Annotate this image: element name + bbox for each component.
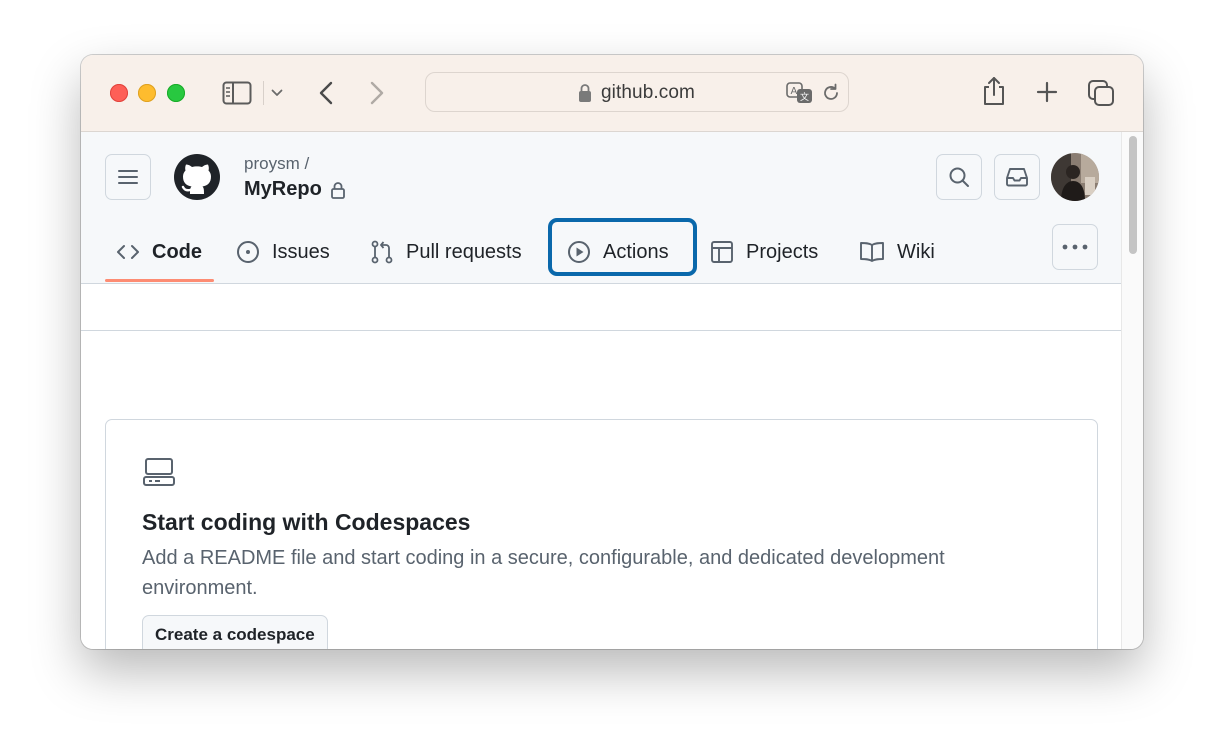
tab-projects[interactable]: Projects bbox=[710, 224, 818, 280]
tab-pull-requests-label: Pull requests bbox=[406, 240, 522, 263]
sidebar-toggle-icon[interactable] bbox=[221, 80, 253, 106]
repo-owner-link[interactable]: proysm / bbox=[244, 154, 309, 174]
menu-button[interactable] bbox=[105, 154, 151, 200]
address-bar[interactable]: github.com A文 bbox=[425, 72, 849, 112]
tab-pull-requests[interactable]: Pull requests bbox=[370, 224, 522, 280]
actions-tab-highlight bbox=[548, 218, 697, 276]
tab-code[interactable]: Code bbox=[116, 224, 202, 280]
new-tab-icon[interactable] bbox=[1035, 80, 1059, 104]
repo-header: proysm / MyRepo Code Issues Pull request… bbox=[81, 132, 1121, 284]
kebab-horizontal-icon bbox=[1062, 244, 1088, 250]
reload-icon[interactable] bbox=[820, 82, 842, 104]
issue-icon bbox=[237, 241, 259, 263]
inbox-button[interactable] bbox=[994, 154, 1040, 200]
codespaces-card: Start coding with Codespaces Add a READM… bbox=[105, 419, 1098, 649]
browser-toolbar: github.com A文 bbox=[81, 55, 1143, 132]
active-tab-underline bbox=[105, 279, 214, 282]
inbox-icon bbox=[1006, 168, 1028, 187]
tab-projects-label: Projects bbox=[746, 240, 819, 263]
search-icon bbox=[949, 167, 969, 187]
user-avatar[interactable] bbox=[1051, 153, 1099, 201]
tab-overview-icon[interactable] bbox=[1087, 79, 1115, 107]
lock-icon bbox=[577, 82, 593, 104]
codespaces-description: Add a README file and start coding in a … bbox=[142, 547, 945, 599]
chevron-down-icon[interactable] bbox=[269, 85, 285, 101]
svg-text:A: A bbox=[791, 86, 798, 97]
tab-code-label: Code bbox=[152, 240, 202, 263]
repo-name-link[interactable]: MyRepo bbox=[244, 178, 322, 201]
close-window-button[interactable] bbox=[110, 84, 128, 102]
subheader-bar bbox=[81, 284, 1121, 331]
share-icon[interactable] bbox=[981, 75, 1007, 107]
book-icon bbox=[860, 242, 884, 262]
hamburger-icon bbox=[118, 170, 138, 184]
github-logo-icon[interactable] bbox=[173, 153, 221, 201]
search-button[interactable] bbox=[936, 154, 982, 200]
codespaces-icon bbox=[142, 457, 176, 492]
back-icon[interactable] bbox=[315, 79, 337, 107]
url-text: github.com bbox=[601, 82, 695, 103]
create-codespace-button[interactable]: Create a codespace bbox=[142, 615, 328, 649]
minimize-window-button[interactable] bbox=[138, 84, 156, 102]
svg-text:文: 文 bbox=[800, 91, 809, 103]
table-icon bbox=[711, 241, 733, 263]
pull-request-icon bbox=[371, 240, 393, 264]
vertical-scrollbar[interactable] bbox=[1121, 132, 1143, 649]
tab-wiki-label: Wiki bbox=[897, 240, 935, 263]
more-tabs-button[interactable] bbox=[1052, 224, 1098, 270]
tab-issues[interactable]: Issues bbox=[236, 224, 330, 280]
browser-window: github.com A文 proysm / MyRepo Code Issue… bbox=[81, 55, 1143, 649]
codespaces-title: Start coding with Codespaces bbox=[142, 509, 471, 535]
tab-issues-label: Issues bbox=[272, 240, 330, 263]
private-lock-icon bbox=[330, 181, 346, 204]
forward-icon[interactable] bbox=[366, 79, 388, 107]
tab-wiki[interactable]: Wiki bbox=[859, 224, 935, 280]
scrollbar-thumb[interactable] bbox=[1129, 136, 1137, 254]
code-icon bbox=[117, 245, 139, 259]
translate-icon[interactable]: A文 bbox=[786, 82, 814, 104]
toolbar-divider bbox=[263, 81, 264, 105]
zoom-window-button[interactable] bbox=[167, 84, 185, 102]
github-page: proysm / MyRepo Code Issues Pull request… bbox=[81, 132, 1121, 649]
